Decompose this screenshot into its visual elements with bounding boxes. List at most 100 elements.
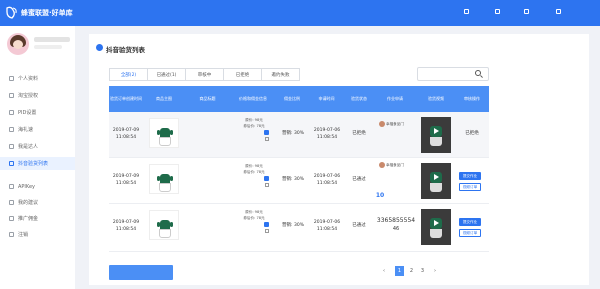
- commission-rate: 营销: 30%: [282, 223, 304, 228]
- video-thumbnail[interactable]: [421, 209, 451, 245]
- status-tabs: 全部(2) 已通过(1) 审核中 已拒绝 邀约失败: [109, 68, 300, 81]
- sidebar-item-label: PID设置: [18, 110, 37, 116]
- account-number-suffix: 46: [392, 226, 400, 232]
- created-time: 2019-07-09 11:08:54: [112, 174, 140, 186]
- sidebar-item-label: 个人资料: [18, 76, 39, 82]
- user-icon: [495, 9, 500, 14]
- pager-page[interactable]: 2: [407, 266, 416, 276]
- pager-page[interactable]: 3: [418, 266, 427, 276]
- page-title: 抖音验货列表: [106, 46, 145, 54]
- sidebar-item-label: 我是达人: [18, 144, 39, 150]
- pager-prev[interactable]: ‹: [380, 266, 388, 276]
- logout-icon: [556, 9, 561, 14]
- product-image[interactable]: [149, 210, 179, 240]
- brand-title: 蜂蜜联盟·好单库: [21, 9, 73, 17]
- sidebar-item-label: APIKey: [18, 183, 35, 190]
- column-header: 佣金比例: [284, 96, 300, 102]
- video-order-button[interactable]: 视频订单: [459, 229, 481, 237]
- video-order-button[interactable]: 视频订单: [459, 183, 481, 191]
- sidebar-item-commission[interactable]: 推广佣金: [0, 212, 75, 225]
- sidebar-item-label: 推广佣金: [18, 216, 39, 222]
- sidebar-item-pid[interactable]: PID设置: [0, 106, 75, 119]
- user-icon: [9, 76, 14, 81]
- info-icon[interactable]: [264, 130, 269, 135]
- list-icon: [9, 161, 14, 166]
- avatar[interactable]: [7, 33, 29, 55]
- submit-work-button[interactable]: 提交作业: [459, 172, 481, 180]
- video-thumbnail[interactable]: [421, 163, 451, 199]
- video-thumbnail[interactable]: [421, 117, 451, 153]
- sidebar-item-apikey[interactable]: APIKey: [0, 180, 75, 193]
- sidebar-item-label: 注销: [18, 232, 29, 238]
- sidebar-item-logout[interactable]: 注销: [0, 228, 75, 241]
- taobao-icon: [9, 93, 14, 98]
- apply-time: 2019-07-06 11:08:54: [313, 220, 341, 232]
- load-more-button[interactable]: [109, 265, 173, 280]
- pager-next[interactable]: ›: [431, 266, 439, 276]
- star-icon: [9, 144, 14, 149]
- coupon-price: 券后价: 78元: [243, 124, 265, 128]
- play-icon: [434, 128, 439, 134]
- search-icon[interactable]: [475, 70, 481, 76]
- created-time: 2019-07-09 11:08:54: [112, 220, 140, 232]
- sidebar-item-label: 淘宝授权: [18, 93, 39, 99]
- top-nav-personal-center[interactable]: [495, 9, 502, 14]
- top-nav-notifications[interactable]: [464, 9, 471, 14]
- top-nav-logout[interactable]: [556, 9, 563, 14]
- pager-page[interactable]: 1: [395, 266, 404, 276]
- top-bar: [0, 0, 600, 26]
- original-price: 原价: 98元: [245, 164, 263, 168]
- original-price: 原价: 98元: [245, 118, 263, 122]
- commission-rate: 营销: 30%: [282, 177, 304, 182]
- status-badge: 已通过: [352, 177, 366, 182]
- sidebar-item-profile[interactable]: 个人资料: [0, 72, 75, 85]
- countdown-number: 10: [375, 192, 385, 199]
- sidebar-item-douyin-list[interactable]: 抖音验货列表: [0, 157, 75, 170]
- bee-logo-icon[interactable]: [4, 5, 19, 20]
- sidebar-item-label: 我的建议: [18, 200, 39, 206]
- column-header: 验货订单创建时间: [110, 96, 142, 102]
- review-result: 已拒绝: [465, 131, 479, 136]
- logout-icon: [9, 232, 14, 237]
- top-nav-shop[interactable]: [524, 9, 531, 14]
- column-header: 价格和佣金信息: [239, 96, 267, 102]
- play-icon: [434, 174, 439, 180]
- settings-icon: [9, 110, 14, 115]
- status-badge: 已通过: [352, 223, 366, 228]
- coupon-price: 券后价: 78元: [243, 216, 265, 220]
- notification-icon: [464, 9, 469, 14]
- username-placeholder: [34, 37, 70, 42]
- column-header: 商品主图: [156, 96, 172, 102]
- list-icon: [96, 44, 103, 51]
- product-image[interactable]: [149, 164, 179, 194]
- column-header: 申请时间: [318, 96, 335, 102]
- checkbox[interactable]: [265, 229, 269, 233]
- sidebar-item-feedback[interactable]: 我的建议: [0, 196, 75, 209]
- tab-approved[interactable]: 已通过(1): [148, 69, 186, 80]
- avatar: [379, 121, 385, 127]
- column-header: 验货视频: [428, 96, 444, 102]
- feedback-icon: [9, 200, 14, 205]
- apply-time: 2019-07-06 11:08:54: [313, 174, 341, 186]
- avatar: [379, 162, 385, 168]
- column-header: 商品标题: [199, 96, 216, 102]
- product-image[interactable]: [149, 118, 179, 148]
- tab-reviewing[interactable]: 审核中: [186, 69, 224, 80]
- tab-invite-failed[interactable]: 邀约失败: [262, 69, 299, 80]
- sidebar-item-gift[interactable]: 海礼速: [0, 123, 75, 136]
- link-icon: [524, 9, 529, 14]
- sidebar-item-taobao-auth[interactable]: 淘宝授权: [0, 89, 75, 102]
- info-icon[interactable]: [264, 222, 269, 227]
- gift-icon: [9, 127, 14, 132]
- submit-work-button[interactable]: 提交作业: [459, 218, 481, 226]
- sidebar-item-influencer[interactable]: 我是达人: [0, 140, 75, 153]
- info-icon[interactable]: [264, 176, 269, 181]
- tab-rejected[interactable]: 已拒绝: [224, 69, 262, 80]
- checkbox[interactable]: [265, 137, 269, 141]
- tab-all[interactable]: 全部(2): [110, 69, 148, 80]
- commission-rate: 营销: 30%: [282, 131, 304, 136]
- checkbox[interactable]: [265, 183, 269, 187]
- column-header: 作业申请: [387, 96, 403, 102]
- apply-time: 2019-07-06 11:08:54: [313, 128, 341, 140]
- account-number: 3365855554: [376, 217, 416, 224]
